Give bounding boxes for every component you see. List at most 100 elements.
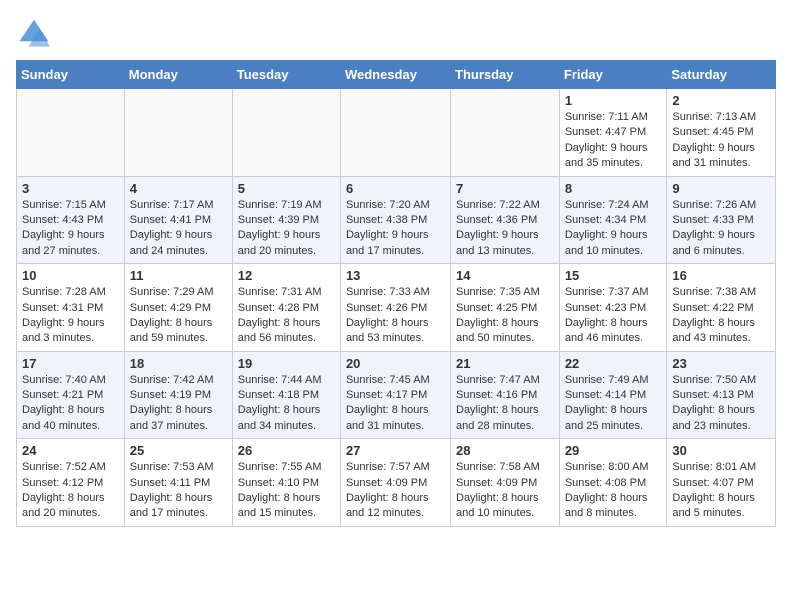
calendar-header-row: SundayMondayTuesdayWednesdayThursdayFrid… — [17, 61, 776, 89]
header-friday: Friday — [559, 61, 667, 89]
day-number: 3 — [22, 181, 119, 196]
table-row: 29 Sunrise: 8:00 AMSunset: 4:08 PMDayligh… — [559, 439, 667, 527]
table-row: 10Sunrise: 7:28 AMSunset: 4:31 PMDayligh… — [17, 264, 125, 352]
logo-icon — [16, 16, 52, 52]
day-info: Sunrise: 7:58 AMSunset: 4:09 PMDaylight:… — [456, 460, 554, 522]
day-number: 22 — [565, 356, 662, 371]
day-number: 8 — [565, 181, 662, 196]
table-row: 14 Sunrise: 7:35 AMSunset: 4:25 PMDayligh… — [451, 264, 560, 352]
day-number: 26 — [238, 443, 335, 458]
calendar-week-row: 17 Sunrise: 7:40 AMSunset: 4:21 PMDayligh… — [17, 351, 776, 439]
day-number: 20 — [346, 356, 445, 371]
table-row: 12Sunrise: 7:31 AMSunset: 4:28 PMDayligh… — [232, 264, 340, 352]
page-header — [16, 16, 776, 52]
table-row: 28 Sunrise: 7:58 AMSunset: 4:09 PMDayligh… — [451, 439, 560, 527]
day-number: 4 — [130, 181, 227, 196]
day-number: 23 — [672, 356, 770, 371]
day-info: Sunrise: 7:52 AMSunset: 4:12 PMDaylight:… — [22, 460, 119, 522]
day-number: 28 — [456, 443, 554, 458]
header-monday: Monday — [124, 61, 232, 89]
day-info: Sunrise: 7:37 AMSunset: 4:23 PMDaylight:… — [565, 285, 662, 347]
day-info: Sunrise: 7:45 AMSunset: 4:17 PMDaylight:… — [346, 373, 445, 435]
day-number: 2 — [672, 93, 770, 108]
table-row — [17, 89, 125, 177]
day-info: Sunrise: 7:47 AMSunset: 4:16 PMDaylight:… — [456, 373, 554, 435]
day-info: Sunrise: 7:15 AMSunset: 4:43 PMDaylight:… — [22, 198, 119, 260]
header-thursday: Thursday — [451, 61, 560, 89]
table-row: 15 Sunrise: 7:37 AMSunset: 4:23 PMDayligh… — [559, 264, 667, 352]
day-number: 17 — [22, 356, 119, 371]
header-wednesday: Wednesday — [340, 61, 450, 89]
day-info: Sunrise: 7:28 AMSunset: 4:31 PMDaylight:… — [22, 285, 119, 347]
day-number: 27 — [346, 443, 445, 458]
day-info: Sunrise: 7:20 AMSunset: 4:38 PMDaylight:… — [346, 198, 445, 260]
table-row: 23 Sunrise: 7:50 AMSunset: 4:13 PMDayligh… — [667, 351, 776, 439]
day-info: Sunrise: 7:29 AMSunset: 4:29 PMDaylight:… — [130, 285, 227, 347]
table-row: 4 Sunrise: 7:17 AMSunset: 4:41 PMDaylight… — [124, 176, 232, 264]
table-row — [451, 89, 560, 177]
day-info: Sunrise: 8:01 AMSunset: 4:07 PMDaylight:… — [672, 460, 770, 522]
day-info: Sunrise: 7:40 AMSunset: 4:21 PMDaylight:… — [22, 373, 119, 435]
table-row: 26Sunrise: 7:55 AMSunset: 4:10 PMDayligh… — [232, 439, 340, 527]
day-number: 6 — [346, 181, 445, 196]
table-row: 3 Sunrise: 7:15 AMSunset: 4:43 PMDaylight… — [17, 176, 125, 264]
table-row: 5 Sunrise: 7:19 AMSunset: 4:39 PMDaylight… — [232, 176, 340, 264]
day-number: 30 — [672, 443, 770, 458]
day-number: 14 — [456, 268, 554, 283]
day-info: Sunrise: 7:26 AMSunset: 4:33 PMDaylight:… — [672, 198, 770, 260]
day-number: 7 — [456, 181, 554, 196]
calendar-week-row: 24 Sunrise: 7:52 AMSunset: 4:12 PMDayligh… — [17, 439, 776, 527]
day-info: Sunrise: 7:50 AMSunset: 4:13 PMDaylight:… — [672, 373, 770, 435]
table-row — [232, 89, 340, 177]
table-row: 11Sunrise: 7:29 AMSunset: 4:29 PMDayligh… — [124, 264, 232, 352]
day-info: Sunrise: 8:00 AMSunset: 4:08 PMDaylight:… — [565, 460, 662, 522]
day-info: Sunrise: 7:19 AMSunset: 4:39 PMDaylight:… — [238, 198, 335, 260]
table-row: 19 Sunrise: 7:44 AMSunset: 4:18 PMDayligh… — [232, 351, 340, 439]
table-row: 21Sunrise: 7:47 AMSunset: 4:16 PMDayligh… — [451, 351, 560, 439]
logo — [16, 16, 56, 52]
table-row: 27 Sunrise: 7:57 AMSunset: 4:09 PMDayligh… — [340, 439, 450, 527]
table-row: 13 Sunrise: 7:33 AMSunset: 4:26 PMDayligh… — [340, 264, 450, 352]
day-number: 5 — [238, 181, 335, 196]
table-row: 16 Sunrise: 7:38 AMSunset: 4:22 PMDayligh… — [667, 264, 776, 352]
day-number: 24 — [22, 443, 119, 458]
table-row — [340, 89, 450, 177]
table-row: 2 Sunrise: 7:13 AMSunset: 4:45 PMDaylight… — [667, 89, 776, 177]
table-row: 30 Sunrise: 8:01 AMSunset: 4:07 PMDayligh… — [667, 439, 776, 527]
calendar-week-row: 3 Sunrise: 7:15 AMSunset: 4:43 PMDaylight… — [17, 176, 776, 264]
day-info: Sunrise: 7:57 AMSunset: 4:09 PMDaylight:… — [346, 460, 445, 522]
day-number: 25 — [130, 443, 227, 458]
calendar-table: SundayMondayTuesdayWednesdayThursdayFrid… — [16, 60, 776, 527]
day-number: 29 — [565, 443, 662, 458]
day-info: Sunrise: 7:13 AMSunset: 4:45 PMDaylight:… — [672, 110, 770, 172]
header-tuesday: Tuesday — [232, 61, 340, 89]
day-info: Sunrise: 7:49 AMSunset: 4:14 PMDaylight:… — [565, 373, 662, 435]
calendar-week-row: 1Sunrise: 7:11 AMSunset: 4:47 PMDaylight… — [17, 89, 776, 177]
day-info: Sunrise: 7:24 AMSunset: 4:34 PMDaylight:… — [565, 198, 662, 260]
table-row: 24 Sunrise: 7:52 AMSunset: 4:12 PMDayligh… — [17, 439, 125, 527]
day-number: 15 — [565, 268, 662, 283]
table-row: 1Sunrise: 7:11 AMSunset: 4:47 PMDaylight… — [559, 89, 667, 177]
table-row — [124, 89, 232, 177]
day-info: Sunrise: 7:17 AMSunset: 4:41 PMDaylight:… — [130, 198, 227, 260]
day-info: Sunrise: 7:44 AMSunset: 4:18 PMDaylight:… — [238, 373, 335, 435]
day-info: Sunrise: 7:33 AMSunset: 4:26 PMDaylight:… — [346, 285, 445, 347]
day-info: Sunrise: 7:42 AMSunset: 4:19 PMDaylight:… — [130, 373, 227, 435]
header-sunday: Sunday — [17, 61, 125, 89]
table-row: 7 Sunrise: 7:22 AMSunset: 4:36 PMDaylight… — [451, 176, 560, 264]
day-number: 16 — [672, 268, 770, 283]
day-info: Sunrise: 7:31 AMSunset: 4:28 PMDaylight:… — [238, 285, 335, 347]
header-saturday: Saturday — [667, 61, 776, 89]
table-row: 22 Sunrise: 7:49 AMSunset: 4:14 PMDayligh… — [559, 351, 667, 439]
day-info: Sunrise: 7:38 AMSunset: 4:22 PMDaylight:… — [672, 285, 770, 347]
calendar-week-row: 10Sunrise: 7:28 AMSunset: 4:31 PMDayligh… — [17, 264, 776, 352]
table-row: 6 Sunrise: 7:20 AMSunset: 4:38 PMDaylight… — [340, 176, 450, 264]
day-info: Sunrise: 7:22 AMSunset: 4:36 PMDaylight:… — [456, 198, 554, 260]
day-number: 13 — [346, 268, 445, 283]
day-info: Sunrise: 7:35 AMSunset: 4:25 PMDaylight:… — [456, 285, 554, 347]
day-number: 19 — [238, 356, 335, 371]
table-row: 20 Sunrise: 7:45 AMSunset: 4:17 PMDayligh… — [340, 351, 450, 439]
table-row: 8 Sunrise: 7:24 AMSunset: 4:34 PMDaylight… — [559, 176, 667, 264]
table-row: 18Sunrise: 7:42 AMSunset: 4:19 PMDayligh… — [124, 351, 232, 439]
table-row: 25Sunrise: 7:53 AMSunset: 4:11 PMDayligh… — [124, 439, 232, 527]
